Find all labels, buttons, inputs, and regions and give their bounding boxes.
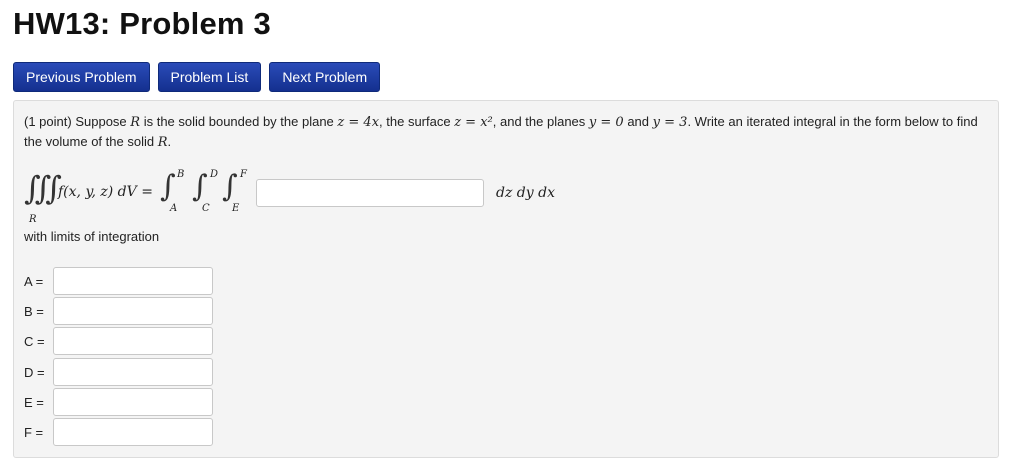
lower-limit-e: E [232,203,240,214]
statement-text: , the surface [379,114,451,129]
differentials: dz dy dx [496,185,555,201]
problem-list-button[interactable]: Problem List [157,62,262,92]
plane-y3-equation: y = 3 [652,115,688,130]
page-title: HW13: Problem 3 [13,6,271,41]
integral-symbol-outer: ∫ [160,169,176,204]
limit-label: D = [24,365,45,380]
lower-limit-c: C [202,203,210,214]
integrand: f(x, y, z) dV = [58,184,153,200]
limit-label: E = [24,395,44,410]
limit-a-input[interactable] [53,267,213,295]
limit-label: A = [24,274,44,289]
upper-limit-f: F [240,169,247,180]
limits-heading: with limits of integration [24,229,160,244]
integral-symbol-inner: ∫ [222,169,238,204]
plane-y0-equation: y = 0 [588,115,624,130]
limit-d-input[interactable] [53,358,213,386]
plane-equation: z = 4x [337,115,380,130]
limit-b-input[interactable] [53,297,213,325]
upper-limit-d: D [210,169,219,180]
upper-limit-b: B [177,169,185,180]
triple-integral-symbol: ∭ [24,169,62,207]
solid-variable: R [157,135,168,150]
lower-limit-a: A [170,203,178,214]
limit-label: C = [24,334,45,349]
limit-f-input[interactable] [53,418,213,446]
surface-equation: z = x² [454,115,493,130]
solid-variable: R [130,115,141,130]
statement-text: and [627,114,650,129]
period: . [167,134,172,149]
problem-panel: (1 point) Suppose R is the solid bounded… [13,100,999,458]
statement-text: is the solid bounded by the plane [143,114,334,129]
statement-text: Suppose [75,114,127,129]
integration-region: R [29,214,37,225]
problem-navigation: Previous Problem Problem List Next Probl… [13,62,381,92]
previous-problem-button[interactable]: Previous Problem [13,62,150,92]
limit-e-input[interactable] [53,388,213,416]
integral-symbol-middle: ∫ [192,169,208,204]
integrand-answer-input[interactable] [256,179,484,207]
limit-label: F = [24,425,44,440]
problem-statement: (1 point) Suppose R is the solid bounded… [24,112,990,152]
limit-c-input[interactable] [53,327,213,355]
statement-text: , and the planes [492,114,586,129]
iterated-integral: ∭ R f(x, y, z) dV = ∫ B A ∫ D C ∫ F E dz… [24,167,984,225]
points-label: (1 point) [24,114,72,129]
next-problem-button[interactable]: Next Problem [269,62,381,92]
limit-label: B = [24,304,44,319]
